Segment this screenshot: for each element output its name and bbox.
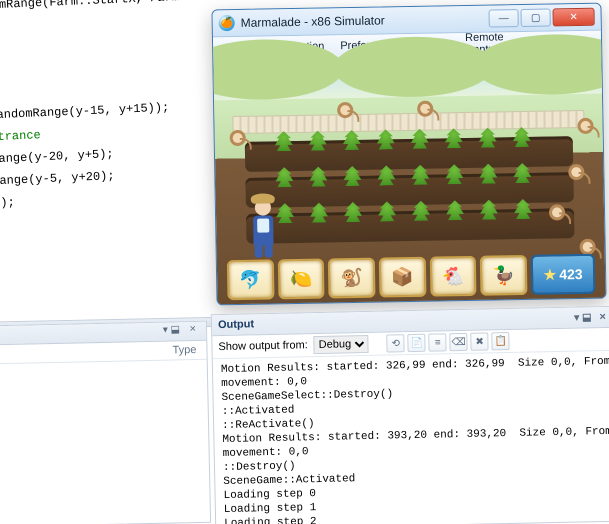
close-icon[interactable]: × [599, 311, 606, 323]
minimize-button[interactable]: — [488, 9, 518, 28]
monkey-sprite [334, 102, 356, 126]
simulator-window: 🍊 Marmalade - x86 Simulator — ▢ ✕ FileCo… [211, 3, 606, 306]
game-viewport[interactable]: 🐬🍋🐒📦🐔🦆★423 [213, 54, 605, 306]
toolbar-slot-0[interactable]: 🐬 [227, 259, 274, 300]
star-icon: ★ [544, 266, 557, 283]
game-toolbar: 🐬🍋🐒📦🐔🦆★423 [227, 254, 596, 300]
monkey-sprite [565, 164, 587, 188]
output-log[interactable]: Motion Results: started: 326,99 end: 326… [213, 351, 609, 524]
output-toolbar-button-0[interactable]: ⟲ [387, 334, 405, 352]
output-toolbar-button-1[interactable]: 📄 [408, 334, 426, 352]
output-toolbar-button-5[interactable]: 📋 [492, 332, 510, 350]
output-toolbar-button-4[interactable]: ✖ [471, 332, 489, 350]
farmer-sprite [246, 199, 281, 260]
close-button[interactable]: ✕ [552, 8, 594, 27]
output-tab-label: Output [218, 318, 254, 331]
toolbar-slot-5[interactable]: 🦆 [480, 255, 527, 296]
output-toolbar-button-3[interactable]: ⌫ [450, 333, 468, 351]
fence [232, 110, 584, 134]
pin-icon[interactable]: ▾ ⬓ [163, 324, 180, 335]
score-badge: ★423 [531, 254, 596, 295]
toolbar-slot-3[interactable]: 📦 [379, 257, 426, 298]
monkey-sprite [414, 101, 436, 125]
toolbar-slot-4[interactable]: 🐔 [429, 256, 476, 297]
toolbar-slot-2[interactable]: 🐒 [328, 258, 375, 299]
window-title: Marmalade - x86 Simulator [241, 12, 487, 30]
monkey-sprite [227, 130, 249, 154]
monkey-sprite [546, 204, 568, 228]
output-panel: Output ▾ ⬓ × Show output from: Debug ⟲📄≡… [211, 306, 609, 524]
monkey-sprite [574, 118, 596, 142]
output-source-select[interactable]: Debug [314, 335, 369, 354]
output-source-label: Show output from: [218, 339, 308, 353]
toolbar-slot-1[interactable]: 🍋 [277, 258, 324, 299]
app-icon: 🍊 [219, 15, 235, 31]
pin-icon[interactable]: ▾ ⬓ [574, 312, 591, 323]
maximize-button[interactable]: ▢ [520, 9, 550, 28]
close-icon[interactable]: × [189, 323, 196, 335]
code-editor-fragment: .RandomRange(Farm::StartX, Farm::E ity.R… [0, 0, 225, 216]
output-toolbar-button-2[interactable]: ≡ [429, 333, 447, 351]
left-tool-panel: ▾ ⬓ × Type [0, 321, 211, 524]
